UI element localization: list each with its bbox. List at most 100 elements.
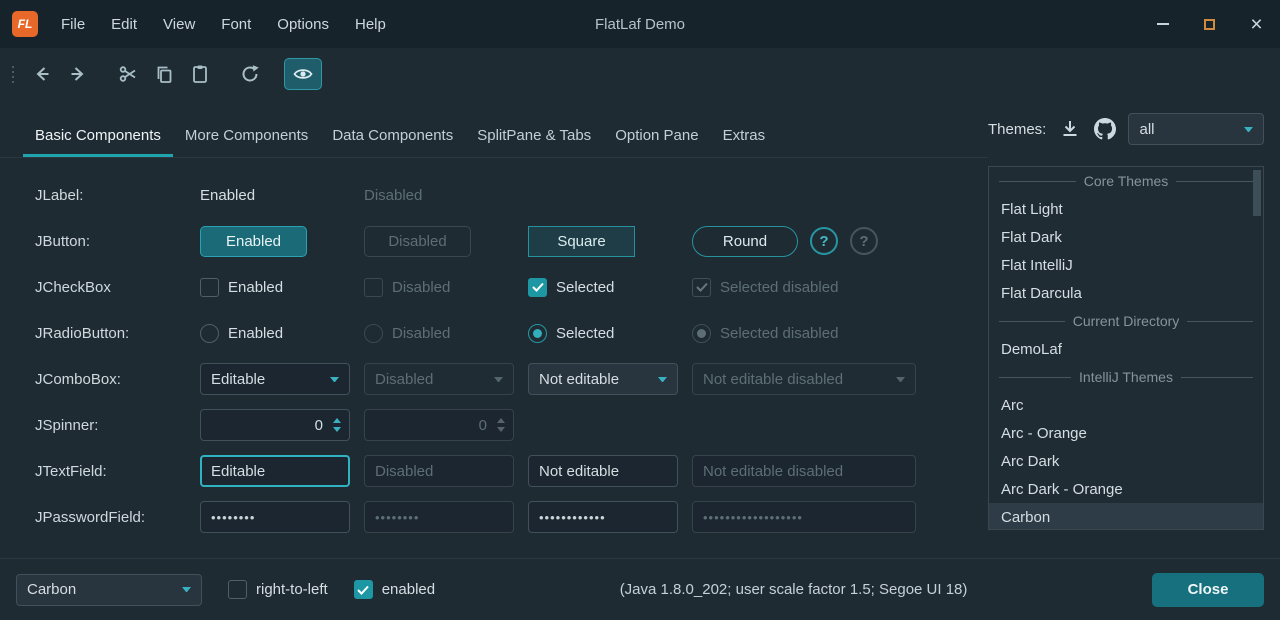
chevron-down-icon[interactable] xyxy=(330,377,339,382)
jcheckbox-row: JCheckBox Enabled Disabled Selected Sele… xyxy=(35,264,988,310)
checkbox-icon[interactable] xyxy=(228,580,247,599)
jbutton-disabled: Disabled xyxy=(364,226,471,257)
theme-item-arc[interactable]: Arc xyxy=(989,391,1263,419)
jtextfield-not-editable[interactable]: Not editable xyxy=(528,455,678,487)
jbutton-enabled[interactable]: Enabled xyxy=(200,226,307,257)
scrollbar-thumb[interactable] xyxy=(1253,170,1261,216)
spinner-value[interactable]: 0 xyxy=(211,417,333,434)
enabled-checkbox[interactable]: enabled xyxy=(354,580,435,599)
jtextfield-row: JTextField: Editable Disabled Not editab… xyxy=(35,448,988,494)
radio-icon[interactable] xyxy=(200,324,219,343)
jtextfield-editable[interactable]: Editable xyxy=(200,455,350,487)
help-button[interactable]: ? xyxy=(810,227,838,255)
combo-value: Not editable disabled xyxy=(703,371,888,388)
maximize-button[interactable] xyxy=(1186,0,1233,48)
theme-item-arc-orange[interactable]: Arc - Orange xyxy=(989,419,1263,447)
jradiobutton-enabled[interactable]: Enabled xyxy=(200,324,364,343)
jcombobox-not-editable-disabled: Not editable disabled xyxy=(692,363,916,395)
tab-data-components[interactable]: Data Components xyxy=(320,116,465,157)
radio-selected-icon[interactable] xyxy=(528,324,547,343)
spinner-down-icon xyxy=(497,427,505,432)
close-button[interactable]: Close xyxy=(1152,573,1264,607)
back-button[interactable] xyxy=(24,58,60,90)
tab-bar: Basic Components More Components Data Co… xyxy=(0,100,988,158)
rtl-checkbox[interactable]: right-to-left xyxy=(228,580,328,599)
theme-item-flat-intellij[interactable]: Flat IntelliJ xyxy=(989,251,1263,279)
basic-components-form: JLabel: Enabled Disabled JButton: Enable… xyxy=(0,158,988,558)
jcheckbox-enabled[interactable]: Enabled xyxy=(200,278,364,297)
theme-filter-value: all xyxy=(1139,121,1236,138)
cut-button[interactable] xyxy=(110,58,146,90)
toolbar-grip[interactable] xyxy=(12,66,14,83)
jpasswordfield-not-editable[interactable]: •••••••••••• xyxy=(528,501,678,533)
theme-item-flat-light[interactable]: Flat Light xyxy=(989,195,1263,223)
menu-item-options[interactable]: Options xyxy=(264,11,342,38)
theme-item-flat-darcula[interactable]: Flat Darcula xyxy=(989,279,1263,307)
jspinner-enabled[interactable]: 0 xyxy=(200,409,350,441)
close-icon: × xyxy=(1250,14,1262,35)
jradiobutton-row: JRadioButton: Enabled Disabled Selected … xyxy=(35,310,988,356)
jbutton-square[interactable]: Square xyxy=(528,226,635,257)
flatlaf-demo-window: FL File Edit View Font Options Help Flat… xyxy=(0,0,1280,620)
github-button[interactable] xyxy=(1093,116,1116,142)
menu-item-edit[interactable]: Edit xyxy=(98,11,150,38)
menu-item-view[interactable]: View xyxy=(150,11,208,38)
jcheckbox-row-label: JCheckBox xyxy=(35,279,200,296)
theme-item-carbon[interactable]: Carbon xyxy=(989,503,1263,530)
jradiobutton-disabled: Disabled xyxy=(364,324,528,343)
jradiobutton-selected[interactable]: Selected xyxy=(528,324,692,343)
jcombobox-editable[interactable]: Editable xyxy=(200,363,350,395)
spinner-down-icon[interactable] xyxy=(333,427,341,432)
copy-button[interactable] xyxy=(146,58,182,90)
theme-item-arc-dark-orange[interactable]: Arc Dark - Orange xyxy=(989,475,1263,503)
tab-more-components[interactable]: More Components xyxy=(173,116,320,157)
menu-item-file[interactable]: File xyxy=(48,11,98,38)
jcombobox-row: JComboBox: Editable Disabled Not edita xyxy=(35,356,988,402)
jcombobox-not-editable[interactable]: Not editable xyxy=(528,363,678,395)
jlabel-row-label: JLabel: xyxy=(35,187,200,204)
checkbox-checked-icon xyxy=(692,278,711,297)
jbutton-round[interactable]: Round xyxy=(692,226,798,257)
spinner-up-icon xyxy=(497,418,505,423)
theme-group-separator: Current Directory xyxy=(989,307,1263,335)
jlabel-enabled: Enabled xyxy=(200,187,364,204)
jcheckbox-selected[interactable]: Selected xyxy=(528,278,692,297)
window-close-button[interactable]: × xyxy=(1233,0,1280,48)
show-hints-toggle[interactable] xyxy=(284,58,322,90)
tab-option-pane[interactable]: Option Pane xyxy=(603,116,710,157)
checkbox-checked-icon[interactable] xyxy=(528,278,547,297)
jpasswordfield-enabled[interactable]: •••••••• xyxy=(200,501,350,533)
menu-item-font[interactable]: Font xyxy=(208,11,264,38)
tab-splitpane-tabs[interactable]: SplitPane & Tabs xyxy=(465,116,603,157)
forward-button[interactable] xyxy=(60,58,96,90)
combo-value: Disabled xyxy=(375,371,486,388)
minimize-icon xyxy=(1157,23,1169,25)
checkbox-icon[interactable] xyxy=(200,278,219,297)
help-button-disabled: ? xyxy=(850,227,878,255)
radio-selected-icon xyxy=(692,324,711,343)
checkbox-label: Enabled xyxy=(228,279,283,296)
menu-item-help[interactable]: Help xyxy=(342,11,399,38)
theme-item-arc-dark[interactable]: Arc Dark xyxy=(989,447,1263,475)
download-theme-button[interactable] xyxy=(1058,116,1081,142)
refresh-button[interactable] xyxy=(232,58,268,90)
paste-button[interactable] xyxy=(182,58,218,90)
tab-extras[interactable]: Extras xyxy=(711,116,778,157)
chevron-down-icon xyxy=(494,377,503,382)
bottom-bar: Carbon right-to-left enabled (Java 1.8.0… xyxy=(0,558,1280,620)
refresh-icon xyxy=(239,63,261,85)
tab-basic-components[interactable]: Basic Components xyxy=(23,116,173,157)
scissors-icon xyxy=(117,63,139,85)
theme-group-label: Current Directory xyxy=(1073,313,1180,329)
theme-combobox[interactable]: Carbon xyxy=(16,574,202,606)
chevron-down-icon[interactable] xyxy=(182,587,191,592)
window-title: FlatLaf Demo xyxy=(595,16,685,33)
minimize-button[interactable] xyxy=(1139,0,1186,48)
checkbox-checked-icon[interactable] xyxy=(354,580,373,599)
theme-item-demolaf[interactable]: DemoLaf xyxy=(989,335,1263,363)
theme-item-flat-dark[interactable]: Flat Dark xyxy=(989,223,1263,251)
chevron-down-icon[interactable] xyxy=(658,377,667,382)
spinner-up-icon[interactable] xyxy=(333,418,341,423)
jtextfield-row-label: JTextField: xyxy=(35,463,200,480)
theme-filter-combobox[interactable]: all xyxy=(1128,113,1264,145)
